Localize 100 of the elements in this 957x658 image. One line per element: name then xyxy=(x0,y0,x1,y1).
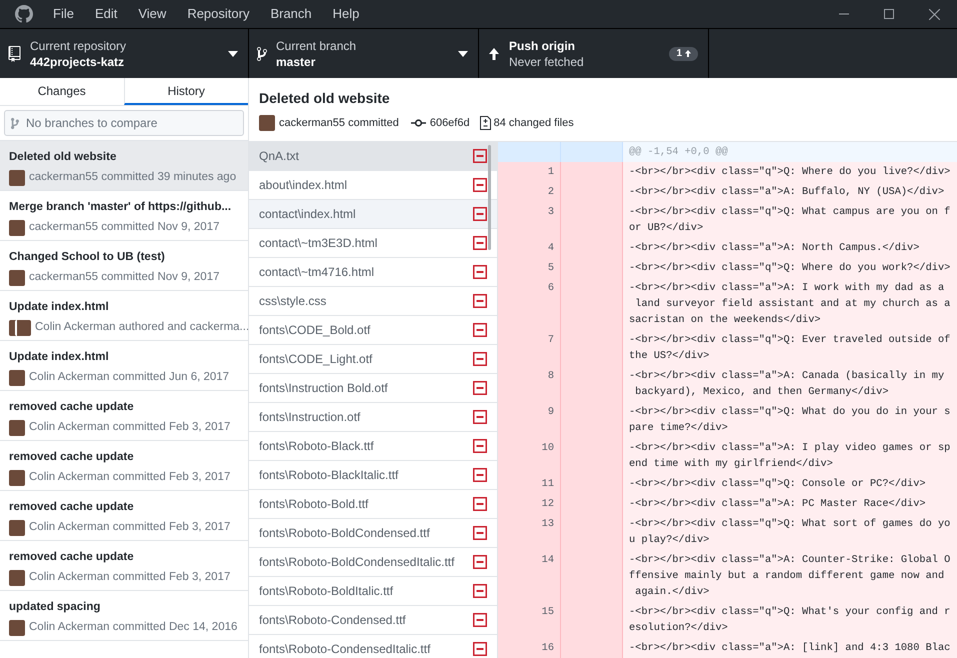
code-line: -<br></br><div class="a">A: I play video games or sp xyxy=(629,441,952,456)
code-line: -<br></br><div class="q">Q: Console or PC?</div> xyxy=(629,477,927,492)
menu-item[interactable]: Edit xyxy=(86,4,126,24)
hunk-gutter xyxy=(498,142,561,162)
line-number: 6 xyxy=(498,278,561,330)
avatar-placeholder xyxy=(15,320,31,336)
code-line: ffensive mainly but a random different game now and xyxy=(629,569,946,584)
line-number: 8 xyxy=(498,366,561,402)
branch-selector[interactable]: Current branch master xyxy=(249,29,479,78)
line-number: 4 xyxy=(498,238,561,258)
file-path: fonts\Roboto-BoldCondensedItalic.ttf xyxy=(259,554,456,571)
code-line: or UB?</div> xyxy=(629,221,704,236)
branch-name: master xyxy=(276,54,316,70)
scrollbar-thumb[interactable] xyxy=(488,145,491,250)
commit-title: updated spacing xyxy=(9,600,100,615)
file-row[interactable]: QnA.txt xyxy=(249,142,497,171)
avatar-placeholder xyxy=(9,370,25,386)
tab[interactable]: Changes xyxy=(0,78,124,105)
commit-title: Deleted old website xyxy=(259,89,391,107)
code-line: -<br></br><div class="q">Q: Where do you live?</div> xyxy=(629,165,952,180)
line-number: 9 xyxy=(498,402,561,438)
avatar-placeholder xyxy=(9,620,25,636)
file-path: fonts\Roboto-Bold.ttf xyxy=(259,496,370,513)
file-deleted-icon xyxy=(473,439,487,453)
avatar-placeholder xyxy=(9,220,25,236)
file-path: fonts\Roboto-Condensed.ttf xyxy=(259,612,407,629)
code-line: backyard), Mexico, and then Germany</div> xyxy=(634,385,890,400)
code-line: -<br></br><div class="a">A: Counter-Strike: Global O xyxy=(629,553,952,568)
commit-title: Deleted old website xyxy=(9,150,116,165)
repository-label: Current repository xyxy=(30,38,128,54)
file-deleted-icon xyxy=(473,381,487,395)
close-icon[interactable] xyxy=(929,8,940,20)
file-path: fonts\CODE_Bold.otf xyxy=(259,322,372,339)
file-path: contact\index.html xyxy=(259,206,357,223)
file-deleted-icon xyxy=(473,149,487,163)
caret-icon xyxy=(458,50,468,56)
caret-icon xyxy=(228,50,238,56)
file-deleted-icon xyxy=(473,178,487,192)
file-path: about\index.html xyxy=(259,177,348,194)
avatar-placeholder xyxy=(9,520,25,536)
code-line: -<br></br><div class="a">A: PC Master Race</div> xyxy=(629,497,927,512)
changed-files-count: 84 changed files xyxy=(494,116,574,131)
avatar-placeholder xyxy=(259,115,275,132)
commit-icon xyxy=(410,119,426,128)
push-button[interactable]: Push origin Never fetched 1 xyxy=(479,29,709,78)
code-line: land surveyor field assistant and at my church as a xyxy=(634,297,952,312)
commit-title: Update index.html xyxy=(9,300,109,315)
compare-branch-field[interactable]: No branches to compare xyxy=(4,110,244,136)
commit-meta: cackerman55 committed 39 minutes ago xyxy=(29,170,236,185)
menu-item[interactable]: File xyxy=(45,4,82,24)
file-path: fonts\Roboto-Black.ttf xyxy=(259,438,375,455)
line-number: 7 xyxy=(498,330,561,366)
file-diff-icon xyxy=(480,116,491,130)
file-deleted-icon xyxy=(473,584,487,598)
line-number: 5 xyxy=(498,258,561,278)
line-number: 10 xyxy=(498,438,561,474)
maximize-icon[interactable] xyxy=(884,9,894,19)
repository-name: 442projects-katz xyxy=(30,54,126,70)
code-line: esolution?</div> xyxy=(629,621,729,636)
code-line: -<br></br><div class="q">Q: Ever traveled outside of xyxy=(629,333,952,348)
commit-title: Update index.html xyxy=(9,350,109,365)
code-line: -<br></br><div class="q">Q: What do you do in your s xyxy=(629,405,952,420)
file-deleted-icon xyxy=(473,207,487,221)
commit-meta: Colin Ackerman committed Feb 3, 2017 xyxy=(29,470,230,485)
line-number: 1 xyxy=(498,162,561,182)
line-number: 11 xyxy=(498,474,561,494)
line-number: 2 xyxy=(498,182,561,202)
commit-title: Changed School to UB (test) xyxy=(9,250,165,265)
code-line: u play?</div> xyxy=(629,533,710,548)
commit-row[interactable]: Deleted old website cackerman55 committed 39 minutes ago xyxy=(0,141,248,191)
menu-item[interactable]: Branch xyxy=(262,4,320,24)
file-deleted-icon xyxy=(473,265,487,279)
file-row[interactable]: contact\index.html xyxy=(249,200,497,229)
file-path: contact\~tm4716.html xyxy=(259,264,376,281)
file-deleted-icon xyxy=(473,323,487,337)
branch-icon xyxy=(257,46,267,62)
menu-item[interactable]: Help xyxy=(324,4,368,24)
code-line: again.</div> xyxy=(634,585,710,600)
file-path: fonts\Roboto-BoldItalic.ttf xyxy=(259,583,394,600)
commit-meta: cackerman55 committed Nov 9, 2017 xyxy=(29,270,220,285)
arrow-up-icon xyxy=(489,48,499,60)
file-deleted-icon xyxy=(473,555,487,569)
file-deleted-icon xyxy=(473,468,487,482)
menu-item[interactable]: View xyxy=(130,4,174,24)
code-line: -<br></br><div class="a">A: I work with my dad as a xyxy=(629,281,946,296)
file-deleted-icon xyxy=(473,294,487,308)
code-line: -<br></br><div class="a">A: North Campus.</div> xyxy=(629,241,920,256)
code-line: end time with my girlfriend</div> xyxy=(629,457,834,472)
menu-item[interactable]: Repository xyxy=(179,4,258,24)
tab[interactable]: History xyxy=(124,78,248,105)
file-deleted-icon xyxy=(473,352,487,366)
line-number: 16 xyxy=(498,638,561,658)
file-path: fonts\Instruction.otf xyxy=(259,409,362,426)
hunk-gutter xyxy=(561,142,623,162)
file-deleted-icon xyxy=(473,236,487,250)
commit-meta: Colin Ackerman committed Feb 3, 2017 xyxy=(29,570,230,585)
code-line: sacristan on the weekends</div> xyxy=(629,313,822,328)
file-path: QnA.txt xyxy=(259,148,300,165)
file-deleted-icon xyxy=(473,526,487,540)
file-path: fonts\Roboto-BlackItalic.ttf xyxy=(259,467,400,484)
